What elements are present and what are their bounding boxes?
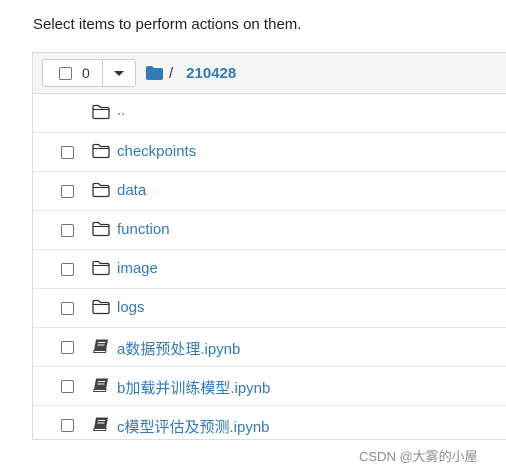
- item-checkbox[interactable]: [61, 185, 74, 198]
- item-link[interactable]: function: [117, 221, 170, 238]
- item-link[interactable]: data: [117, 182, 146, 199]
- watermark: CSDN @大雾的小屋: [359, 449, 478, 464]
- item-checkbox[interactable]: [61, 419, 74, 432]
- list-item[interactable]: a数据预处理.ipynb: [33, 328, 506, 367]
- item-link[interactable]: a数据预处理.ipynb: [117, 338, 240, 359]
- list-item[interactable]: checkpoints: [33, 133, 506, 172]
- item-checkbox[interactable]: [61, 341, 74, 354]
- folder-icon: [92, 221, 110, 237]
- file-list-header: 0 / 210428: [33, 53, 506, 94]
- folder-icon: [92, 182, 110, 198]
- breadcrumb: / 210428: [146, 53, 236, 93]
- list-item[interactable]: logs: [33, 289, 506, 328]
- list-item[interactable]: data: [33, 172, 506, 211]
- list-item[interactable]: c模型评估及预测.ipynb: [33, 406, 506, 445]
- list-item[interactable]: function: [33, 211, 506, 250]
- item-link[interactable]: ..: [117, 102, 125, 119]
- file-list-panel: 0 / 210428 .. checkpoints data function imag…: [32, 52, 506, 440]
- item-link[interactable]: image: [117, 260, 158, 277]
- notebook-icon: [92, 377, 110, 393]
- file-list: .. checkpoints data function image logs a数据预处理…: [33, 94, 506, 445]
- item-checkbox[interactable]: [61, 146, 74, 159]
- notebook-icon: [92, 338, 110, 354]
- item-checkbox[interactable]: [61, 224, 74, 237]
- item-checkbox[interactable]: [61, 263, 74, 276]
- item-checkbox[interactable]: [61, 380, 74, 393]
- select-dropdown-button[interactable]: [103, 60, 135, 86]
- notebook-icon: [92, 416, 110, 432]
- list-item[interactable]: b加载并训练模型.ipynb: [33, 367, 506, 406]
- instructions-text: Select items to perform actions on them.: [33, 16, 302, 33]
- list-item[interactable]: ..: [33, 94, 506, 133]
- caret-down-icon: [114, 70, 124, 76]
- select-all-button[interactable]: 0: [43, 60, 103, 86]
- folder-icon: [92, 299, 110, 315]
- item-link[interactable]: c模型评估及预测.ipynb: [117, 416, 270, 437]
- selected-count: 0: [82, 65, 90, 81]
- folder-icon: [92, 104, 110, 120]
- folder-icon: [92, 143, 110, 159]
- item-checkbox[interactable]: [61, 302, 74, 315]
- select-all-checkbox[interactable]: [59, 66, 72, 80]
- list-item[interactable]: image: [33, 250, 506, 289]
- breadcrumb-separator: /: [169, 64, 174, 82]
- item-link[interactable]: checkpoints: [117, 143, 196, 160]
- root-folder-icon[interactable]: [146, 66, 163, 80]
- item-link[interactable]: b加载并训练模型.ipynb: [117, 377, 270, 398]
- item-link[interactable]: logs: [117, 299, 145, 316]
- folder-icon: [92, 260, 110, 276]
- breadcrumb-current-folder[interactable]: 210428: [186, 65, 236, 82]
- select-all-group: 0: [42, 59, 136, 87]
